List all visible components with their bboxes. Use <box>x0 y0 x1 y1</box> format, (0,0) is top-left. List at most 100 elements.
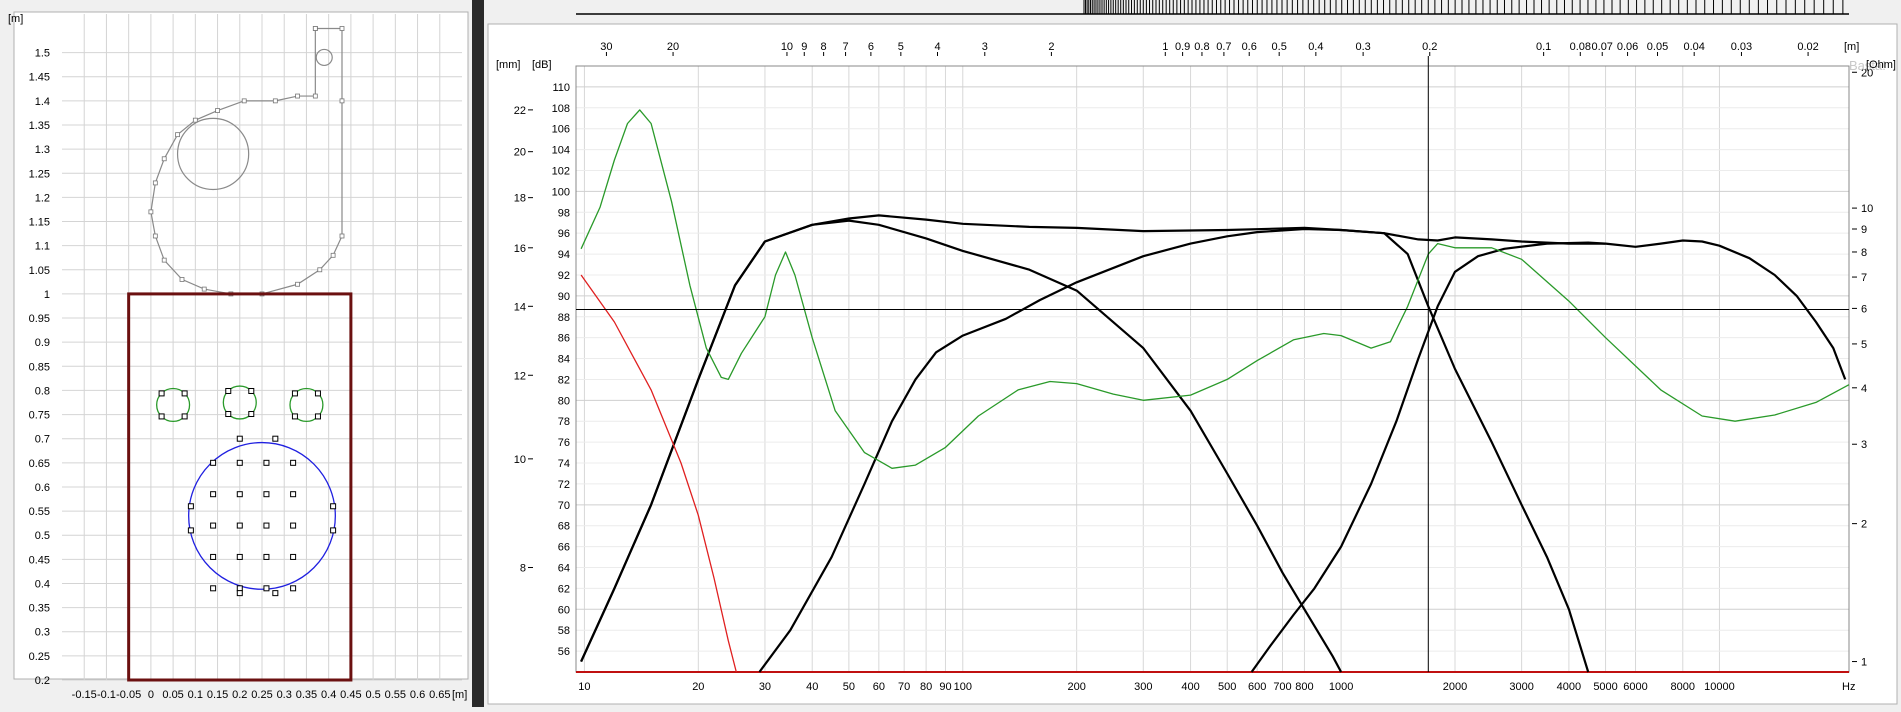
top-tick-label: 5 <box>898 41 904 53</box>
top-tick-label: 0.06 <box>1617 41 1638 53</box>
tweeter-point <box>248 411 255 418</box>
woofer-point <box>236 590 243 597</box>
top-tick-label: 20 <box>667 41 679 53</box>
x-tick-label: 2000 <box>1443 681 1467 693</box>
outline-point <box>152 180 158 186</box>
db-tick-label: 62 <box>558 583 570 595</box>
y-tick-label: 0.7 <box>35 434 50 446</box>
woofer-point <box>263 522 270 529</box>
ohm-tick-label: 4 <box>1861 383 1867 395</box>
outline-point <box>295 281 300 287</box>
y-tick-label: 1.45 <box>29 72 50 84</box>
mm-tick-label: 8 <box>520 563 526 575</box>
woofer-point <box>210 459 217 466</box>
splitter[interactable] <box>472 0 484 707</box>
x-tick-label: 0.6 <box>410 689 425 701</box>
x-tick-label: 8000 <box>1671 681 1695 693</box>
db-tick-label: 76 <box>558 437 570 449</box>
db-tick-label: 106 <box>552 124 570 136</box>
y-tick-label: 0.4 <box>35 578 50 590</box>
y-tick-label: 1.35 <box>29 120 50 132</box>
woofer-point <box>263 585 270 592</box>
x-tick-label: 500 <box>1218 681 1236 693</box>
x-tick-label: 0.5 <box>365 689 380 701</box>
woofer-point <box>187 527 194 534</box>
woofer-point <box>290 491 297 498</box>
top-tick-label: 6 <box>868 41 874 53</box>
db-tick-label: 92 <box>558 270 570 282</box>
outline-point <box>241 98 247 104</box>
x-tick-label: 0.1 <box>188 689 203 701</box>
top-tick-label: 0.08 <box>1570 41 1591 53</box>
x-tick-label: -0.1 <box>97 689 116 701</box>
mm-tick-label: 12 <box>514 370 526 382</box>
x-tick-label: -0.15 <box>72 689 97 701</box>
x-tick-label: 20 <box>692 681 704 693</box>
top-tick-label: 0.9 <box>1175 41 1190 53</box>
woofer-point <box>236 553 243 560</box>
y-tick-label: 1.4 <box>35 96 50 108</box>
top-tick-label: 10 <box>781 41 793 53</box>
ohm-tick-label: 7 <box>1861 272 1867 284</box>
db-tick-label: 94 <box>558 249 570 261</box>
x-tick-label: 10 <box>578 681 590 693</box>
x-tick-label: -0.05 <box>116 689 141 701</box>
db-tick-label: 80 <box>558 395 570 407</box>
x-tick-label: 0.05 <box>162 689 183 701</box>
top-tick-label: 7 <box>842 41 848 53</box>
y-tick-label: 1.1 <box>35 241 50 253</box>
frequency-response-chart[interactable]: 10 20 30 40 50 60 70 80 90 100 200 300 400 500 600 700 8… <box>484 0 1901 707</box>
db-tick-label: 110 <box>552 82 570 94</box>
db-tick-label: 108 <box>552 103 570 115</box>
db-tick-label: 90 <box>558 291 570 303</box>
mm-tick-label: 14 <box>514 301 526 313</box>
woofer-point <box>210 585 217 592</box>
db-tick-label: 86 <box>558 333 570 345</box>
woofer-point <box>290 585 297 592</box>
x-tick-label: 0.4 <box>321 689 336 701</box>
x-tick-label: 70 <box>898 681 910 693</box>
y-unit-label: [m] <box>8 13 23 25</box>
outline-point <box>201 286 207 292</box>
woofer-point <box>290 522 297 529</box>
ohm-unit-label: [Ohm] <box>1866 59 1896 71</box>
top-tick-label: 0.1 <box>1536 41 1551 53</box>
x-tick-label: 700 <box>1273 681 1291 693</box>
db-tick-label: 58 <box>558 625 570 637</box>
db-tick-label: 66 <box>558 542 570 554</box>
y-tick-label: 0.25 <box>29 651 50 663</box>
y-tick-label: 1.25 <box>29 168 50 180</box>
db-tick-label: 84 <box>558 354 570 366</box>
x-tick-label: 10000 <box>1704 681 1735 693</box>
y-tick-label: 0.95 <box>29 313 50 325</box>
x-tick-label: 0.15 <box>207 689 228 701</box>
tweeter-point <box>248 387 255 394</box>
response-panel: 10 20 30 40 50 60 70 80 90 100 200 300 400 500 600 700 8… <box>484 0 1901 707</box>
y-tick-label: 0.8 <box>35 385 50 397</box>
db-tick-label: 64 <box>558 563 570 575</box>
x-tick-label: 0.25 <box>251 689 272 701</box>
top-tick-label: 9 <box>801 41 807 53</box>
x-tick-label: 0 <box>148 689 154 701</box>
outline-point <box>161 156 167 162</box>
top-tick-label: 0.6 <box>1242 41 1257 53</box>
y-tick-label: 0.65 <box>29 458 50 470</box>
x-tick-label: 5000 <box>1593 681 1617 693</box>
top-tick-label: 0.03 <box>1731 41 1752 53</box>
db-tick-label: 74 <box>558 458 570 470</box>
woofer-point <box>263 459 270 466</box>
mm-tick-label: 18 <box>514 193 526 205</box>
x-tick-label: 90 <box>939 681 951 693</box>
woofer-point <box>187 503 194 510</box>
layout-diagram[interactable]: -0.15 -0.1 -0.05 0 0.05 0.1 0.15 0.2 0.25 0.3 0.35… <box>0 0 472 707</box>
ohm-tick-label: 5 <box>1861 339 1867 351</box>
db-tick-label: 96 <box>558 228 570 240</box>
y-tick-label: 1.3 <box>35 144 50 156</box>
ohm-tick-label: 6 <box>1861 303 1867 315</box>
woofer-point <box>210 522 217 529</box>
x-tick-label: 0.2 <box>232 689 247 701</box>
y-tick-label: 0.9 <box>35 337 50 349</box>
mm-tick-label: 20 <box>514 147 526 159</box>
db-tick-label: 68 <box>558 521 570 533</box>
woofer-point <box>263 553 270 560</box>
